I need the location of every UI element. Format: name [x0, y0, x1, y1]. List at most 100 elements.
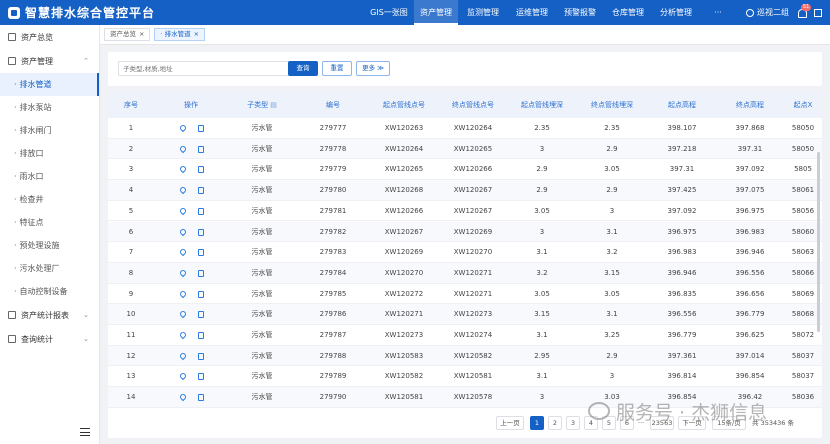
- locate-icon[interactable]: [178, 123, 188, 133]
- search-input[interactable]: [118, 61, 290, 76]
- bell-icon[interactable]: 51: [797, 3, 812, 18]
- user-name[interactable]: 巡视二组: [757, 7, 789, 18]
- prev-page-button[interactable]: 上一页: [496, 416, 524, 430]
- more-button[interactable]: 更多 ≫: [356, 61, 390, 76]
- detail-icon[interactable]: [198, 394, 204, 402]
- close-icon[interactable]: ×: [139, 30, 144, 38]
- nav-warehouse[interactable]: 仓库管理: [604, 0, 652, 25]
- sidebar-item-gate[interactable]: · 排水闸门: [0, 119, 99, 142]
- detail-icon[interactable]: [198, 166, 204, 174]
- table-row[interactable]: 13 污水管 279789 XW120582 XW120581 3.1 3 396.814 39…: [108, 366, 822, 388]
- sidebar-item-asset-overview[interactable]: 资产总览: [0, 25, 99, 49]
- table-row[interactable]: 4 污水管 279780 XW120268 XW120267 2.9 2.9 397.425 3…: [108, 180, 822, 201]
- sidebar-group-asset-stats[interactable]: 资产统计报表 ⌄: [0, 303, 99, 327]
- locate-icon[interactable]: [178, 351, 188, 360]
- locate-icon[interactable]: [178, 227, 188, 236]
- table-row[interactable]: 8 污水管 279784 XW120270 XW120271 3.2 3.15 396.946…: [108, 262, 822, 284]
- table-cell: 2: [128, 144, 134, 153]
- table-row[interactable]: 7 污水管 279783 XW120269 XW120270 3.1 3.2 396.983 3…: [108, 242, 822, 263]
- sidebar-item-pump-station[interactable]: · 排水泵站: [0, 96, 99, 119]
- detail-icon[interactable]: [198, 269, 204, 277]
- nav-alarm[interactable]: 预警报警: [556, 0, 604, 25]
- detail-icon[interactable]: [198, 332, 204, 339]
- menu-collapse-icon[interactable]: [80, 428, 90, 436]
- locate-icon[interactable]: [178, 330, 188, 340]
- chevron-down-icon: ⌄: [83, 335, 89, 343]
- sidebar-item-label: 排水管道: [19, 80, 52, 89]
- table-cell: 污水管: [251, 165, 273, 174]
- table-cell: XW120272: [384, 289, 424, 298]
- locate-icon[interactable]: [178, 289, 188, 298]
- locate-icon[interactable]: [178, 185, 188, 195]
- nav-analysis[interactable]: 分析管理: [652, 0, 700, 25]
- locate-icon[interactable]: [178, 144, 188, 153]
- vertical-scrollbar[interactable]: [817, 152, 820, 332]
- overview-icon: [8, 33, 16, 41]
- column-header: 操作: [184, 101, 198, 109]
- nav-more[interactable]: ···: [700, 0, 736, 25]
- detail-icon[interactable]: [198, 187, 204, 195]
- table-cell: 7: [128, 248, 134, 257]
- nav-asset-mgmt[interactable]: 资产管理: [414, 0, 458, 25]
- sidebar-item-pretreatment[interactable]: · 预处理设施: [0, 234, 99, 257]
- detail-icon[interactable]: [198, 207, 204, 215]
- table-row[interactable]: 9 污水管 279785 XW120272 XW120271 3.05 3.05 396.83…: [108, 284, 822, 305]
- locate-icon[interactable]: [178, 268, 188, 278]
- query-button[interactable]: 查询: [288, 61, 318, 76]
- locate-icon[interactable]: [178, 165, 188, 174]
- detail-icon[interactable]: [198, 145, 204, 153]
- detail-icon[interactable]: [198, 352, 204, 360]
- detail-icon[interactable]: [198, 373, 204, 381]
- sidebar-item-outfall[interactable]: · 排放口: [0, 142, 99, 165]
- table-row[interactable]: 12 污水管 279788 XW120583 XW120582 2.95 2.9 397.36…: [108, 345, 822, 367]
- table-cell: XW120264: [384, 144, 424, 153]
- table-row[interactable]: 3 污水管 279779 XW120265 XW120266 2.9 3.05 397.31 3…: [108, 159, 822, 181]
- nav-ops[interactable]: 运维管理: [508, 0, 556, 25]
- table-cell: 3: [539, 393, 545, 402]
- sidebar-item-feature-point[interactable]: · 特征点: [0, 211, 99, 234]
- locate-icon[interactable]: [178, 247, 188, 257]
- table-cell: 279788: [319, 351, 347, 360]
- sidebar-item-manhole[interactable]: · 检查井: [0, 188, 99, 211]
- table-cell: XW120267: [453, 186, 493, 195]
- table-cell: 污水管: [251, 372, 273, 381]
- table-row[interactable]: 5 污水管 279781 XW120266 XW120267 3.05 3 397.092 39…: [108, 201, 822, 222]
- tab-asset-overview[interactable]: 资产总览 ×: [104, 28, 151, 41]
- detail-icon[interactable]: [198, 249, 204, 257]
- locate-icon[interactable]: [178, 392, 188, 402]
- table-row[interactable]: 11 污水管 279787 XW120273 XW120274 3.1 3.25 396.77…: [108, 325, 822, 346]
- detail-icon[interactable]: [198, 125, 204, 132]
- filter-icon[interactable]: ▤: [268, 101, 277, 109]
- detail-icon[interactable]: [198, 228, 204, 236]
- nav-monitor[interactable]: 监测管理: [458, 0, 508, 25]
- sidebar-item-rain-inlet[interactable]: · 雨水口: [0, 165, 99, 188]
- sidebar-group-asset-mgmt[interactable]: 资产管理 ⌃: [0, 49, 99, 73]
- page-button[interactable]: 1: [530, 416, 544, 430]
- table-row[interactable]: 1 污水管 279777 XW120263 XW120264 2.35 2.35 398.10…: [108, 118, 822, 139]
- locate-icon[interactable]: [178, 310, 188, 319]
- fullscreen-icon[interactable]: [814, 8, 822, 17]
- table-cell: 3.2: [536, 268, 548, 277]
- table-row[interactable]: 10 污水管 279786 XW120271 XW120273 3.15 3.1 396.55…: [108, 304, 822, 325]
- sidebar-item-auto-control[interactable]: · 自动控制设备: [0, 280, 99, 303]
- table-cell: 397.868: [735, 124, 765, 132]
- table-row[interactable]: 2 污水管 279778 XW120264 XW120265 3 2.9 397.218 397…: [108, 138, 822, 160]
- locate-icon[interactable]: [178, 206, 188, 216]
- tab-drain-pipe[interactable]: · 排水管道 ×: [154, 28, 206, 41]
- sidebar-group-query-stats[interactable]: 查询统计 ⌄: [0, 327, 99, 351]
- more-label: 更多: [362, 64, 376, 72]
- locate-icon[interactable]: [178, 372, 188, 381]
- sidebar-item-label: 雨水口: [19, 172, 44, 181]
- page-button[interactable]: 3: [566, 416, 580, 430]
- detail-icon[interactable]: [198, 290, 204, 298]
- sidebar-item-drain-pipe[interactable]: · 排水管道: [0, 73, 99, 96]
- page-button[interactable]: 2: [548, 416, 562, 430]
- chevron-up-icon: ⌃: [83, 57, 89, 65]
- sidebar-group-label: 查询统计: [21, 334, 53, 344]
- sidebar-item-sewage-plant[interactable]: · 污水处理厂: [0, 257, 99, 280]
- table-row[interactable]: 6 污水管 279782 XW120267 XW120269 3 3.1 396.975 396…: [108, 221, 822, 243]
- close-icon[interactable]: ×: [194, 30, 199, 38]
- nav-gis[interactable]: GIS一张图: [364, 0, 414, 25]
- reset-button[interactable]: 重置: [322, 61, 352, 76]
- detail-icon[interactable]: [198, 311, 204, 319]
